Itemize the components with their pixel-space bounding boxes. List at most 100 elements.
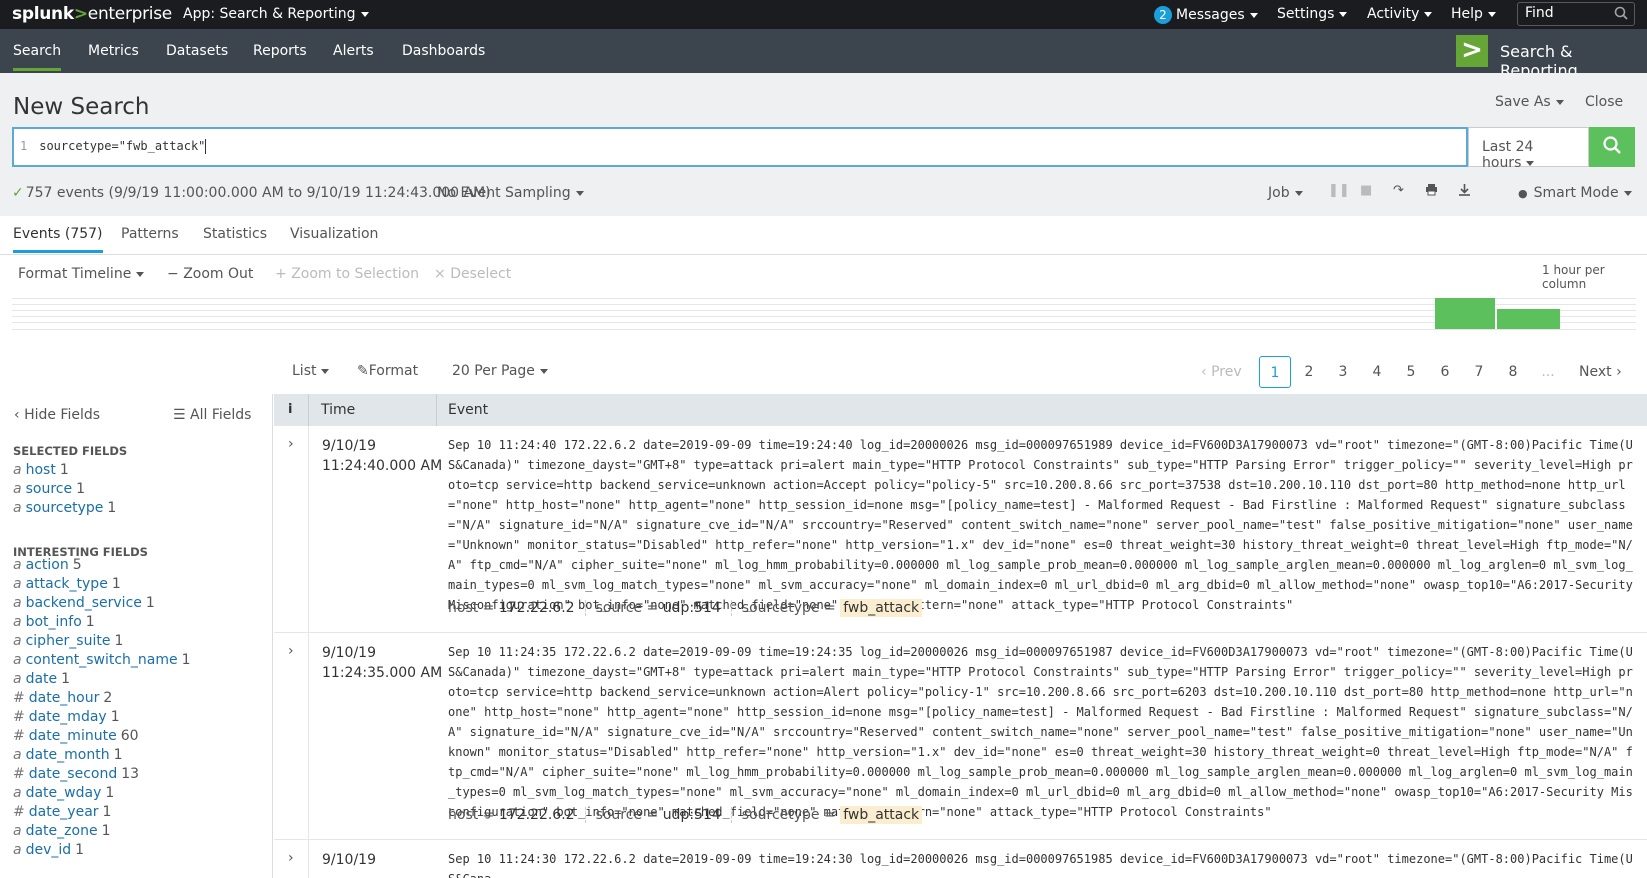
field-name[interactable]: date <box>26 671 58 687</box>
page-6[interactable]: 6 <box>1437 356 1453 388</box>
field-name[interactable]: backend_service <box>26 595 142 611</box>
field-item[interactable]: a cipher_suite 1 <box>13 633 123 649</box>
field-item[interactable]: a backend_service 1 <box>13 595 155 611</box>
field-name[interactable]: date_zone <box>26 823 98 839</box>
expand-chevron-icon[interactable]: › <box>288 643 294 659</box>
field-item[interactable]: # date_minute 60 <box>13 728 139 744</box>
find-input[interactable]: Find <box>1517 2 1635 26</box>
field-item[interactable]: a dev_id 1 <box>13 842 84 858</box>
prev-page-button[interactable]: ‹ Prev <box>1201 356 1242 388</box>
page-1[interactable]: 1 <box>1259 356 1291 388</box>
tab-patterns[interactable]: Patterns <box>121 226 179 242</box>
page-2[interactable]: 2 <box>1301 356 1317 388</box>
share-icon[interactable]: ↷ <box>1393 183 1404 198</box>
field-item[interactable]: a attack_type 1 <box>13 576 121 592</box>
page-8[interactable]: 8 <box>1505 356 1521 388</box>
field-name[interactable]: dev_id <box>26 842 72 858</box>
tab-statistics[interactable]: Statistics <box>203 226 267 242</box>
field-name[interactable]: sourcetype <box>26 500 104 516</box>
event-sampling-dropdown[interactable]: No Event Sampling <box>437 185 584 201</box>
stop-icon[interactable]: ■ <box>1360 183 1372 198</box>
messages-menu[interactable]: 2 Messages <box>1154 6 1258 24</box>
event-time[interactable]: 9/10/19 <box>322 850 376 870</box>
nav-datasets[interactable]: Datasets <box>166 43 228 59</box>
tab-visualization[interactable]: Visualization <box>290 226 378 242</box>
timeline-chart[interactable] <box>12 298 1636 330</box>
close-button[interactable]: Close <box>1585 94 1623 110</box>
field-name[interactable]: attack_type <box>26 576 108 592</box>
format-timeline-button[interactable]: Format Timeline <box>18 266 145 282</box>
page-5[interactable]: 5 <box>1403 356 1419 388</box>
field-item[interactable]: # date_year 1 <box>13 804 111 820</box>
field-name[interactable]: bot_info <box>26 614 82 630</box>
app-menu[interactable]: App: Search & Reporting <box>183 6 369 22</box>
host-field-value[interactable]: 172.22.6.2 <box>499 807 575 823</box>
source-field-value[interactable]: udp:514 <box>663 807 721 823</box>
job-menu[interactable]: Job <box>1268 185 1303 201</box>
field-name[interactable]: source <box>26 481 73 497</box>
save-as-button[interactable]: Save As <box>1495 94 1564 110</box>
field-name[interactable]: date_hour <box>29 690 100 706</box>
source-field-value[interactable]: udp:514 <box>663 600 721 616</box>
search-mode-dropdown[interactable]: ● Smart Mode <box>1518 185 1632 201</box>
nav-search[interactable]: Search <box>13 43 62 71</box>
field-name[interactable]: action <box>26 557 69 573</box>
field-name[interactable]: date_month <box>26 747 110 763</box>
next-page-button[interactable]: Next › <box>1579 356 1622 388</box>
timeline-bin[interactable] <box>1435 298 1495 329</box>
export-icon[interactable] <box>1458 183 1471 200</box>
field-item[interactable]: a action 5 <box>13 557 82 573</box>
event-time[interactable]: 9/10/19 11:24:40.000 AM <box>322 436 442 476</box>
field-item[interactable]: # date_hour 2 <box>13 690 112 706</box>
field-name[interactable]: content_switch_name <box>26 652 178 668</box>
field-name[interactable]: date_mday <box>29 709 107 725</box>
tab-events[interactable]: Events (757) <box>13 226 103 253</box>
timeline-bin[interactable] <box>1497 309 1560 329</box>
nav-alerts[interactable]: Alerts <box>333 43 374 59</box>
time-column-header[interactable]: Time <box>321 402 355 418</box>
field-item[interactable]: # date_mday 1 <box>13 709 120 725</box>
page-7[interactable]: 7 <box>1471 356 1487 388</box>
hide-fields-button[interactable]: ‹ Hide Fields <box>14 407 100 423</box>
field-item[interactable]: a bot_info 1 <box>13 614 95 630</box>
field-name[interactable]: date_year <box>29 804 99 820</box>
deselect-button[interactable]: × Deselect <box>434 266 511 282</box>
field-item[interactable]: # date_second 13 <box>13 766 139 782</box>
event-raw-text[interactable]: Sep 10 11:24:35 172.22.6.2 date=2019-09-… <box>448 642 1639 822</box>
field-name[interactable]: date_wday <box>26 785 102 801</box>
field-item[interactable]: a date 1 <box>13 671 70 687</box>
format-button[interactable]: ✎Format <box>357 363 418 379</box>
page-3[interactable]: 3 <box>1335 356 1351 388</box>
field-item[interactable]: a date_wday 1 <box>13 785 114 801</box>
nav-reports[interactable]: Reports <box>253 43 307 59</box>
field-item[interactable]: a content_switch_name 1 <box>13 652 191 668</box>
all-fields-button[interactable]: ☰ All Fields <box>173 407 251 423</box>
sourcetype-field-value[interactable]: fwb_attack <box>840 806 923 824</box>
page-4[interactable]: 4 <box>1369 356 1385 388</box>
nav-dashboards[interactable]: Dashboards <box>402 43 485 59</box>
zoom-out-button[interactable]: − Zoom Out <box>167 266 253 282</box>
field-item[interactable]: a sourcetype 1 <box>13 500 116 516</box>
sourcetype-field-value[interactable]: fwb_attack <box>840 599 923 617</box>
field-name[interactable]: date_minute <box>29 728 117 744</box>
splunk-logo[interactable]: splunk>enterprise <box>12 4 172 24</box>
list-view-dropdown[interactable]: List <box>292 363 330 379</box>
field-item[interactable]: a source 1 <box>13 481 85 497</box>
field-name[interactable]: host <box>26 462 56 478</box>
event-time[interactable]: 9/10/19 11:24:35.000 AM <box>322 643 442 683</box>
print-icon[interactable] <box>1425 183 1438 200</box>
search-query-input[interactable]: 1 sourcetype="fwb_attack" <box>12 127 1468 167</box>
event-raw-text[interactable]: Sep 10 11:24:30 172.22.6.2 date=2019-09-… <box>448 849 1639 878</box>
field-item[interactable]: a date_month 1 <box>13 747 123 763</box>
nav-metrics[interactable]: Metrics <box>88 43 139 59</box>
time-range-picker[interactable]: Last 24 hours <box>1468 127 1589 171</box>
event-raw-text[interactable]: Sep 10 11:24:40 172.22.6.2 date=2019-09-… <box>448 435 1639 615</box>
settings-menu[interactable]: Settings <box>1277 6 1348 22</box>
field-name[interactable]: cipher_suite <box>26 633 111 649</box>
help-menu[interactable]: Help <box>1451 6 1496 22</box>
search-button[interactable] <box>1589 127 1635 167</box>
expand-chevron-icon[interactable]: › <box>288 850 294 866</box>
per-page-dropdown[interactable]: 20 Per Page <box>452 363 548 379</box>
pause-icon[interactable]: ❚❚ <box>1328 183 1350 198</box>
host-field-value[interactable]: 172.22.6.2 <box>499 600 575 616</box>
